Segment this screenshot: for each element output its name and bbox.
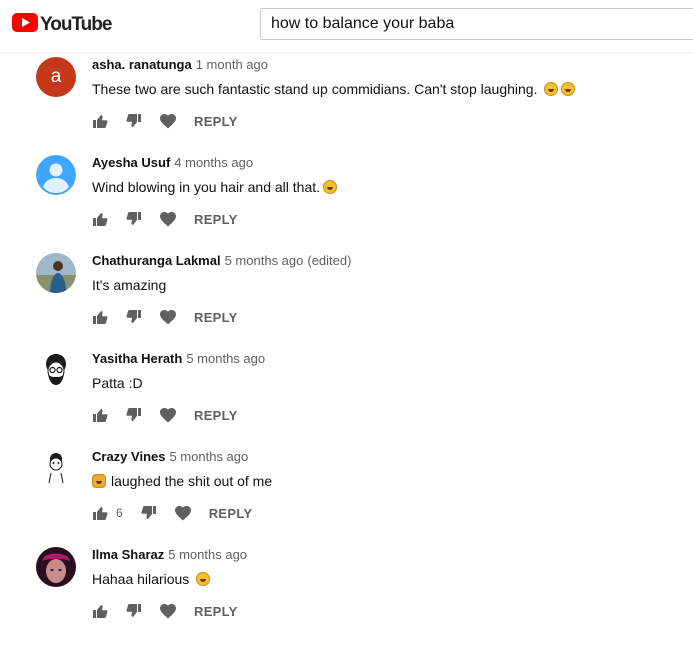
- comment-meta: Ilma Sharaz 5 months ago: [92, 547, 247, 563]
- comment-time[interactable]: 5 months ago: [186, 351, 265, 366]
- thumb-up-icon[interactable]: [92, 309, 108, 325]
- comment-text: It's amazing: [92, 277, 167, 293]
- comment-text: Patta :D: [92, 375, 143, 391]
- user-photo-avatar: [36, 253, 76, 293]
- bearded-man-avatar: [36, 351, 76, 391]
- reply-button[interactable]: REPLY: [194, 310, 238, 325]
- comment-time[interactable]: 4 months ago: [174, 155, 253, 170]
- comment-actions: REPLY: [92, 406, 238, 424]
- comment-text-row: Wind blowing in you hair and all that.: [92, 177, 338, 197]
- comment-author[interactable]: Yasitha Herath: [92, 351, 182, 366]
- reply-button[interactable]: REPLY: [194, 408, 238, 423]
- thumb-up-icon[interactable]: [92, 603, 108, 619]
- comment-text: These two are such fantastic stand up co…: [92, 81, 538, 97]
- comment-actions: REPLY: [92, 112, 238, 130]
- laughing-emoji-icon: [196, 572, 211, 586]
- comment-time[interactable]: 1 month ago: [196, 57, 268, 72]
- comment-item: Yasitha Herath 5 months ago Patta :D REPL…: [0, 351, 693, 449]
- grinning-cat-emoji-icon: [92, 474, 106, 488]
- comment-actions: REPLY: [92, 308, 238, 326]
- grinning-emoji-icon: [323, 180, 338, 194]
- comment-time[interactable]: 5 months ago: [169, 449, 248, 464]
- thumb-down-icon[interactable]: [126, 309, 142, 325]
- comment-text-row: Hahaa hilarious: [92, 569, 211, 589]
- thumb-down-icon[interactable]: [126, 113, 142, 129]
- comment-text-row: Patta :D: [92, 373, 143, 393]
- comment-actions: 6 REPLY: [92, 504, 252, 522]
- comment-text-row: These two are such fantastic stand up co…: [92, 79, 576, 99]
- avatar[interactable]: [36, 253, 76, 293]
- reply-button[interactable]: REPLY: [194, 114, 238, 129]
- youtube-play-icon: [12, 13, 38, 37]
- search-input[interactable]: [260, 8, 693, 40]
- avatar[interactable]: [36, 351, 76, 391]
- comment-author[interactable]: asha. ranatunga: [92, 57, 192, 72]
- thumb-up-icon[interactable]: [92, 211, 108, 227]
- thumb-down-icon[interactable]: [126, 407, 142, 423]
- comment-author[interactable]: Chathuranga Lakmal: [92, 253, 221, 268]
- user-photo-avatar: [36, 547, 76, 587]
- heart-icon[interactable]: [160, 309, 176, 325]
- thumb-up-icon[interactable]: [92, 505, 108, 521]
- comment-item: Ayesha Usuf 4 months ago Wind blowing in …: [0, 155, 693, 253]
- comment-time[interactable]: 5 months ago: [225, 253, 304, 268]
- comment-meta: Chathuranga Lakmal 5 months ago (edited): [92, 253, 351, 269]
- thumb-down-icon[interactable]: [126, 211, 142, 227]
- laughing-emoji-icon: [544, 82, 559, 96]
- comment-author[interactable]: Crazy Vines: [92, 449, 165, 464]
- thumb-up-icon[interactable]: [92, 407, 108, 423]
- comment-meta: Yasitha Herath 5 months ago: [92, 351, 265, 367]
- comment-text: Wind blowing in you hair and all that.: [92, 179, 321, 195]
- like-count: 6: [116, 506, 123, 520]
- youtube-logo[interactable]: YouTube: [12, 13, 112, 37]
- comment-actions: REPLY: [92, 210, 238, 228]
- heart-icon[interactable]: [160, 113, 176, 129]
- heart-icon[interactable]: [174, 505, 191, 521]
- avatar[interactable]: [36, 155, 76, 195]
- comment-item: a asha. ranatunga 1 month ago These two a…: [0, 57, 693, 155]
- comment-actions: REPLY: [92, 602, 238, 620]
- laughing-emoji-icon: [561, 82, 576, 96]
- comment-item: Ilma Sharaz 5 months ago Hahaa hilarious …: [0, 547, 693, 645]
- comment-time[interactable]: 5 months ago: [168, 547, 247, 562]
- avatar[interactable]: [36, 449, 76, 489]
- comment-text-row: laughed the shit out of me: [92, 471, 272, 491]
- thumb-down-icon[interactable]: [126, 603, 142, 619]
- comment-text-row: It's amazing: [92, 275, 166, 295]
- comment-meta: asha. ranatunga 1 month ago: [92, 57, 268, 73]
- avatar[interactable]: a: [36, 57, 76, 97]
- default-avatar-icon: [36, 155, 76, 195]
- avatar-letter: a: [50, 66, 62, 87]
- heart-icon[interactable]: [160, 603, 176, 619]
- comment-meta: Crazy Vines 5 months ago: [92, 449, 248, 465]
- comment-meta: Ayesha Usuf 4 months ago: [92, 155, 253, 171]
- avatar[interactable]: [36, 547, 76, 587]
- comment-author[interactable]: Ilma Sharaz: [92, 547, 164, 562]
- comment-text: Hahaa hilarious: [92, 571, 190, 587]
- reply-button[interactable]: REPLY: [209, 506, 253, 521]
- youtube-logo-text: YouTube: [40, 14, 112, 35]
- cartoon-face-avatar: [36, 449, 76, 489]
- reply-button[interactable]: REPLY: [194, 212, 238, 227]
- comment-author[interactable]: Ayesha Usuf: [92, 155, 170, 170]
- top-bar: YouTube: [0, 0, 693, 52]
- comment-item: Chathuranga Lakmal 5 months ago (edited) I…: [0, 253, 693, 351]
- heart-icon[interactable]: [160, 211, 176, 227]
- comment-text: laughed the shit out of me: [111, 473, 273, 489]
- edited-label: (edited): [307, 253, 352, 268]
- thumb-down-icon[interactable]: [141, 505, 157, 521]
- thumb-up-icon[interactable]: [92, 113, 108, 129]
- reply-button[interactable]: REPLY: [194, 604, 238, 619]
- heart-icon[interactable]: [160, 407, 176, 423]
- comment-item: Crazy Vines 5 months ago laughed the shit…: [0, 449, 693, 547]
